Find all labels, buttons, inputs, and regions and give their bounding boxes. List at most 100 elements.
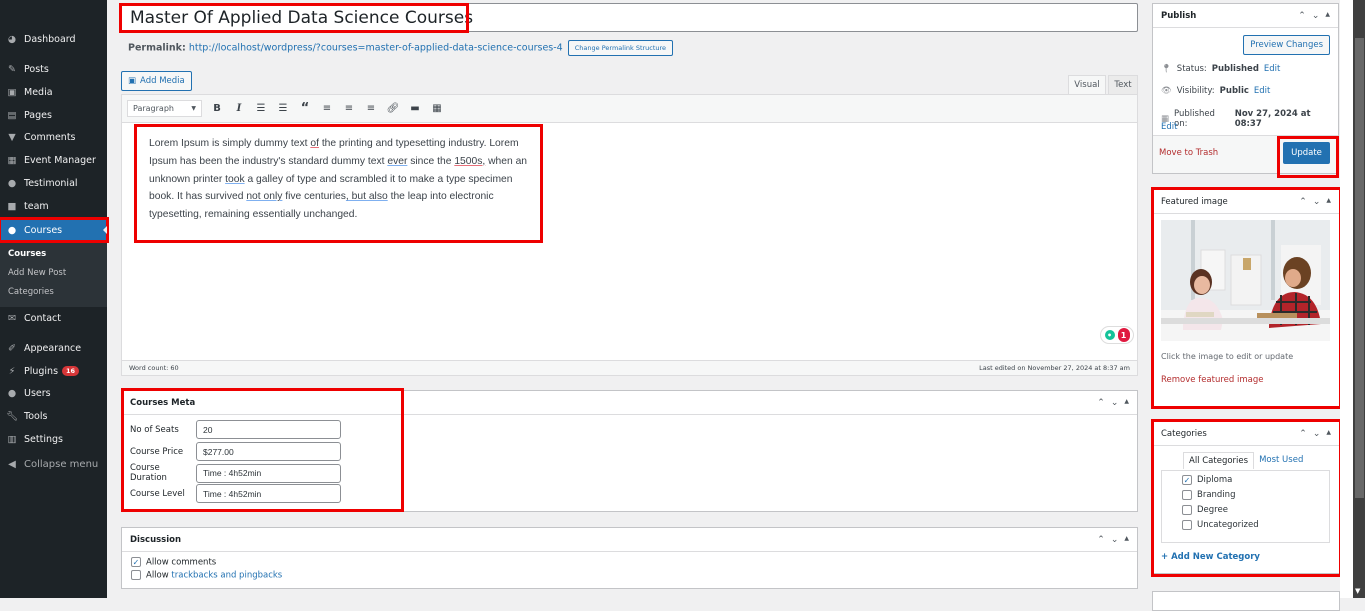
italic-icon[interactable]: I	[228, 99, 250, 119]
edit-visibility-link[interactable]: Edit	[1254, 86, 1270, 96]
tab-visual[interactable]: Visual	[1068, 75, 1106, 94]
bold-icon[interactable]: B	[206, 99, 228, 119]
submenu-courses[interactable]: Courses	[8, 249, 46, 259]
sidebar-item-team[interactable]: ■ team	[0, 195, 107, 217]
sidebar-item-pages[interactable]: ▤ Pages	[0, 104, 107, 126]
sidebar-item-settings[interactable]: ▥ Settings	[0, 428, 107, 450]
edit-status-link[interactable]: Edit	[1264, 64, 1280, 74]
spellcheck-flagged-text[interactable]: took	[225, 174, 244, 185]
sidebar-item-dashboard[interactable]: ◕ Dashboard	[0, 28, 107, 50]
seats-input[interactable]	[196, 420, 341, 439]
read-more-icon[interactable]: ▬	[404, 99, 426, 119]
tab-text[interactable]: Text	[1108, 75, 1138, 94]
category-checkbox[interactable]	[1182, 505, 1192, 515]
move-down-icon[interactable]: ⌄	[1111, 535, 1119, 545]
sidebar-item-event-manager[interactable]: ▦ Event Manager	[0, 149, 107, 171]
numbered-list-icon[interactable]: ☰	[272, 99, 294, 119]
move-down-icon[interactable]: ⌄	[1312, 11, 1320, 21]
collapse-menu-button[interactable]: ◀ Collapse menu	[0, 453, 107, 475]
align-right-icon[interactable]: ≡	[360, 99, 382, 119]
move-to-trash-link[interactable]: Move to Trash	[1159, 148, 1218, 158]
price-input[interactable]	[196, 442, 341, 461]
chevron-down-icon: ▼	[191, 105, 196, 112]
toolbar-toggle-icon[interactable]: ▦	[426, 99, 448, 119]
sidebar-item-comments[interactable]: ▼ Comments	[0, 126, 107, 148]
page-scrollbar[interactable]: ▼	[1353, 0, 1365, 598]
trackbacks-link[interactable]: trackbacks and pingbacks	[171, 571, 282, 581]
spellcheck-flagged-text[interactable]: ever	[387, 156, 407, 167]
blockquote-icon[interactable]: “	[294, 99, 316, 119]
toggle-panel-icon[interactable]: ▲	[1325, 11, 1330, 21]
toggle-panel-icon[interactable]: ▲	[1124, 535, 1129, 545]
move-up-icon[interactable]: ⌃	[1298, 11, 1306, 21]
remove-featured-image-link[interactable]: Remove featured image	[1161, 375, 1263, 385]
content-editor[interactable]: Paragraph ▼ B I ☰ ☰ “ ≡ ≡ ≡ 🔗︎ ▬ ▦ Lorem …	[121, 94, 1138, 376]
scrollbar-thumb[interactable]	[1355, 38, 1364, 498]
toggle-panel-icon[interactable]: ▲	[1326, 429, 1331, 439]
move-down-icon[interactable]: ⌄	[1111, 398, 1119, 408]
tab-all-categories[interactable]: All Categories	[1183, 452, 1255, 469]
sidebar-item-posts[interactable]: ✎ Posts	[0, 58, 107, 80]
allow-trackbacks-checkbox[interactable]	[131, 570, 141, 580]
spellcheck-flagged-text[interactable]: , but also	[346, 191, 388, 202]
category-checkbox[interactable]	[1182, 490, 1192, 500]
spellcheck-flagged-text[interactable]: of	[310, 138, 319, 149]
move-up-icon[interactable]: ⌃	[1299, 429, 1307, 439]
sidebar-item-testimonial[interactable]: ● Testimonial	[0, 172, 107, 194]
duration-input[interactable]	[196, 463, 341, 483]
courses-meta-header[interactable]: Courses Meta ⌃ ⌄ ▲	[122, 391, 1137, 415]
change-permalink-button[interactable]: Change Permalink Structure	[567, 40, 674, 56]
post-title-input[interactable]	[121, 3, 1138, 32]
grammarly-widget[interactable]: • 1	[1100, 326, 1134, 344]
sidebar-item-contact[interactable]: ✉ Contact	[0, 307, 107, 329]
sidebar-item-media[interactable]: ▣ Media	[0, 81, 107, 103]
publish-header[interactable]: Publish ⌃ ⌄ ▲	[1153, 4, 1338, 28]
category-item-diploma[interactable]: ✓ Diploma	[1182, 475, 1232, 485]
add-media-button[interactable]: ▣ Add Media	[121, 71, 192, 91]
move-down-icon[interactable]: ⌄	[1313, 429, 1321, 439]
toggle-panel-icon[interactable]: ▲	[1124, 398, 1129, 408]
preview-changes-button[interactable]: Preview Changes	[1243, 35, 1330, 55]
move-down-icon[interactable]: ⌄	[1313, 197, 1321, 207]
align-center-icon[interactable]: ≡	[338, 99, 360, 119]
move-up-icon[interactable]: ⌃	[1097, 535, 1105, 545]
tab-most-used[interactable]: Most Used	[1254, 452, 1309, 469]
move-up-icon[interactable]: ⌃	[1097, 398, 1105, 408]
category-checkbox[interactable]: ✓	[1182, 475, 1192, 485]
categories-header[interactable]: Categories ⌃ ⌄ ▲	[1153, 422, 1339, 446]
link-icon[interactable]: 🔗︎	[382, 99, 404, 119]
sidebar-item-users[interactable]: ● Users	[0, 382, 107, 404]
featured-image[interactable]	[1161, 220, 1330, 341]
add-new-category-link[interactable]: + Add New Category	[1161, 552, 1260, 562]
collapse-icon: ◀	[8, 458, 16, 470]
edit-date-row: Edit	[1161, 122, 1177, 132]
submenu-add-new-post[interactable]: Add New Post	[8, 268, 66, 278]
category-item-uncategorized[interactable]: Uncategorized	[1182, 520, 1259, 530]
spellcheck-flagged-text[interactable]: 1500s,	[454, 156, 485, 167]
toggle-panel-icon[interactable]: ▲	[1326, 197, 1331, 207]
update-button[interactable]: Update	[1283, 142, 1330, 164]
spellcheck-flagged-text[interactable]: not only	[246, 191, 282, 202]
editor-content-text[interactable]: Lorem Ipsum is simply dummy text of the …	[149, 135, 534, 224]
allow-comments-checkbox[interactable]: ✓	[131, 557, 141, 567]
level-input[interactable]	[196, 484, 341, 503]
move-up-icon[interactable]: ⌃	[1299, 197, 1307, 207]
permalink-link[interactable]: http://localhost/wordpress/?courses=mast…	[189, 43, 563, 54]
category-item-degree[interactable]: Degree	[1182, 505, 1228, 515]
featured-image-header[interactable]: Featured image ⌃ ⌄ ▲	[1153, 190, 1339, 214]
discussion-header[interactable]: Discussion ⌃ ⌄ ▲	[122, 528, 1137, 552]
category-item-branding[interactable]: Branding	[1182, 490, 1235, 500]
last-edited: Last edited on November 27, 2024 at 8:37…	[979, 364, 1130, 372]
submenu-categories[interactable]: Categories	[8, 287, 54, 297]
content-text-run: Lorem Ipsum is simply dummy text	[149, 138, 311, 149]
format-select[interactable]: Paragraph ▼	[127, 100, 202, 117]
sidebar-item-courses[interactable]: ● Courses	[0, 217, 109, 243]
align-left-icon[interactable]: ≡	[316, 99, 338, 119]
bullet-list-icon[interactable]: ☰	[250, 99, 272, 119]
category-checkbox[interactable]	[1182, 520, 1192, 530]
sidebar-item-tools[interactable]: 🔧︎ Tools	[0, 405, 107, 427]
scroll-down-arrow-icon[interactable]: ▼	[1355, 587, 1360, 595]
edit-date-link[interactable]: Edit	[1161, 122, 1177, 132]
sidebar-item-plugins[interactable]: ⚡ Plugins 16	[0, 360, 107, 382]
sidebar-item-appearance[interactable]: ✐ Appearance	[0, 337, 107, 359]
